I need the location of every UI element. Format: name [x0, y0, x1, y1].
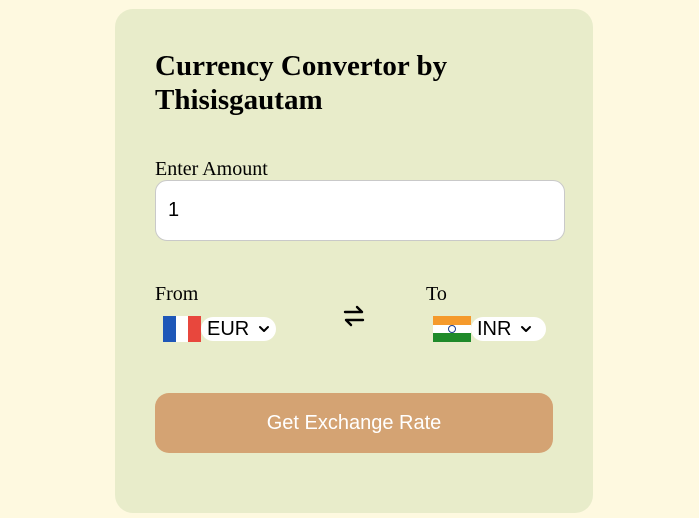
from-currency-value: EUR — [207, 318, 250, 340]
to-currency-select[interactable]: INR — [471, 317, 546, 341]
get-exchange-rate-button[interactable]: Get Exchange Rate — [155, 393, 553, 453]
amount-input[interactable] — [155, 180, 565, 241]
chevron-down-icon — [521, 326, 532, 332]
converter-card: Currency Convertor by Thisisgautam Enter… — [115, 9, 593, 513]
amount-label: Enter Amount — [155, 158, 268, 180]
page-title: Currency Convertor by Thisisgautam — [155, 50, 448, 116]
france-flag-icon — [163, 316, 201, 342]
chevron-down-icon — [259, 326, 270, 332]
from-currency-select[interactable]: EUR — [201, 317, 276, 341]
to-label: To — [426, 283, 447, 305]
to-currency-value: INR — [477, 318, 512, 340]
from-label: From — [155, 283, 199, 305]
india-flag-icon — [433, 316, 471, 342]
swap-arrows-icon[interactable] — [341, 302, 367, 330]
